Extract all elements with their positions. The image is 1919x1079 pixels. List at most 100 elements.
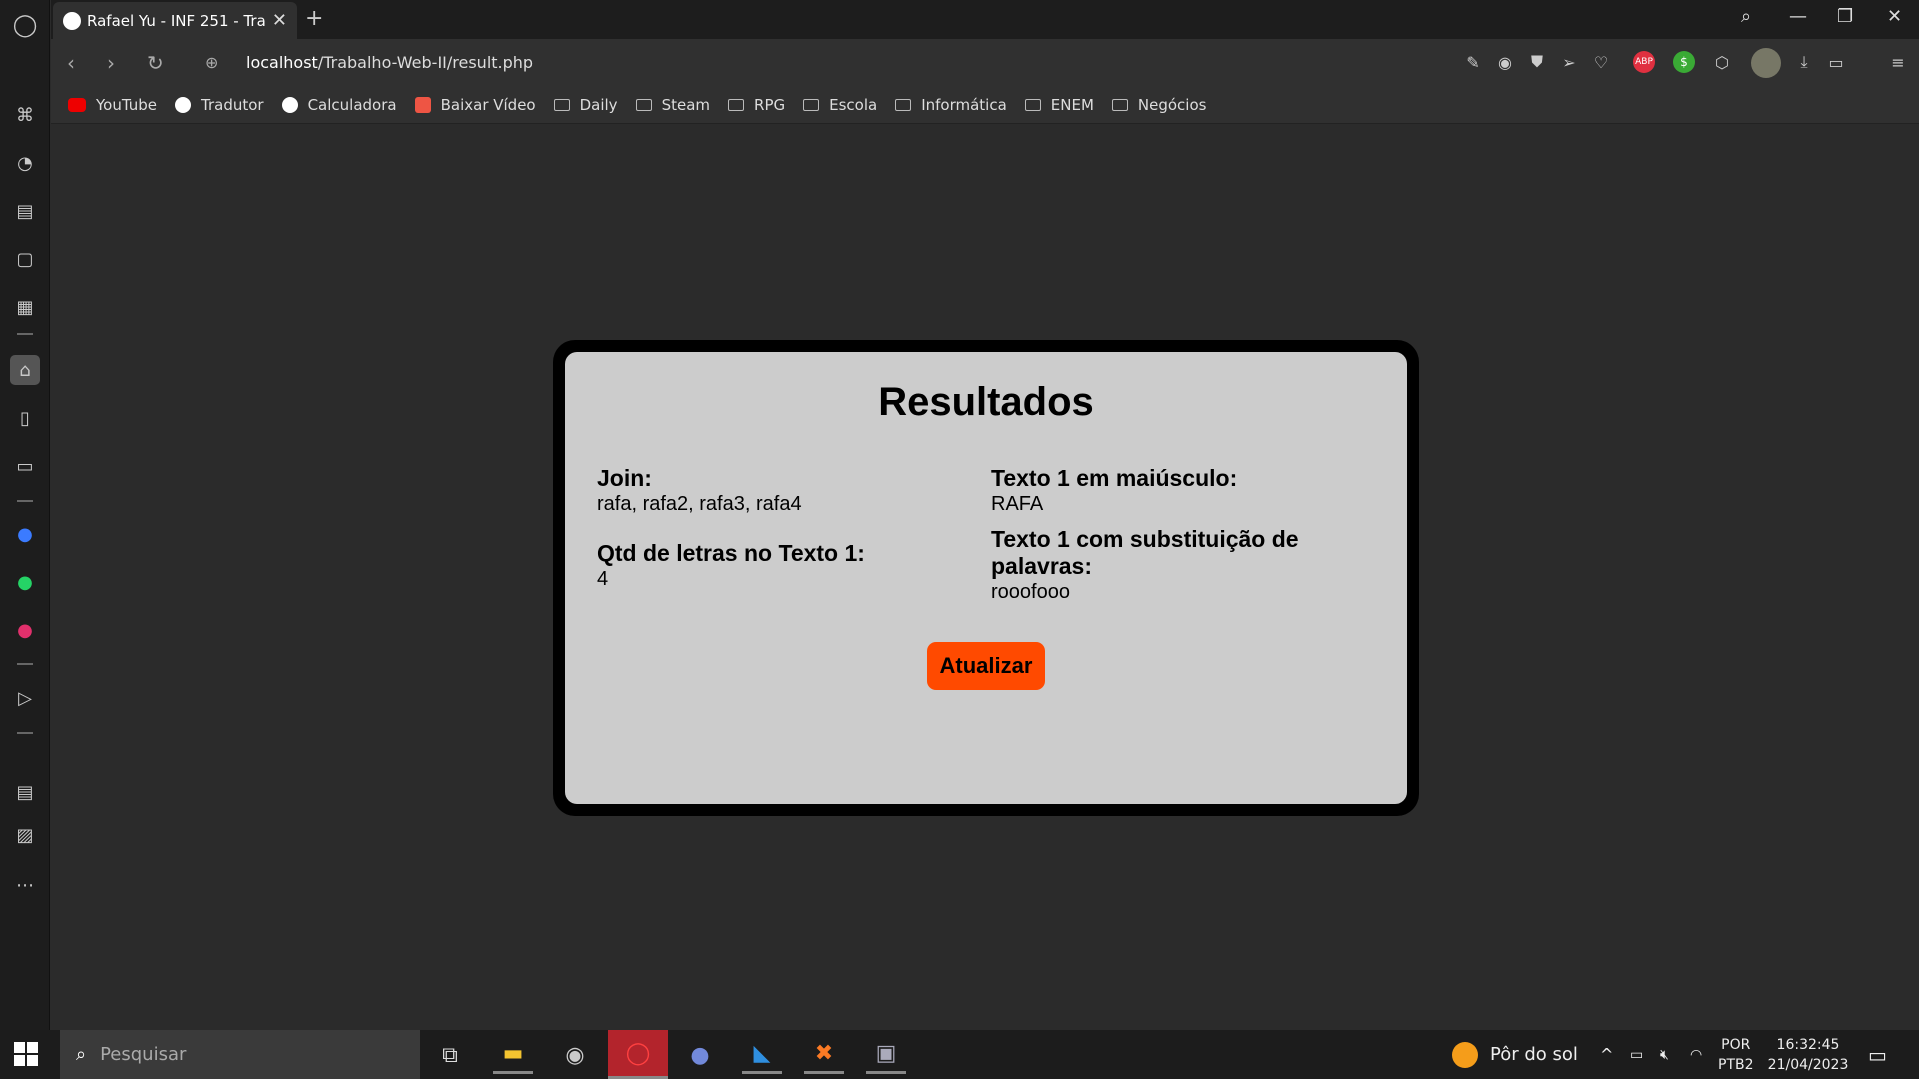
restore-icon[interactable]: ❐ — [1837, 6, 1853, 27]
briefcase-icon[interactable]: ▭ — [10, 451, 40, 481]
shield-icon[interactable]: ⛊ — [1526, 51, 1548, 73]
globe-icon — [63, 11, 81, 30]
gamepad-icon[interactable]: ⌘ — [10, 100, 40, 130]
bookmark-label: Baixar Vídeo — [440, 96, 536, 114]
bookmark-daily[interactable]: Daily — [553, 96, 618, 114]
count-result: Qtd de letras no Texto 1: 4 — [597, 540, 937, 591]
bookmark-tradutor[interactable]: Tradutor — [175, 96, 264, 114]
avatar[interactable] — [1751, 48, 1781, 78]
weather-widget[interactable]: Pôr do sol — [1452, 1030, 1578, 1079]
bookmark-label: YouTube — [96, 96, 157, 114]
keyboard-layout: PTB2 — [1718, 1056, 1754, 1073]
search-icon: ⌕ — [76, 1044, 87, 1065]
battery-tray-icon[interactable]: ▭ — [1630, 1030, 1643, 1079]
sidebar-separator — [17, 663, 33, 665]
url-path: /Trabalho-Web-II/result.php — [317, 53, 534, 72]
dollar-icon[interactable]: $ — [1673, 51, 1695, 73]
back-icon[interactable]: ‹ — [67, 51, 75, 75]
download-icon — [414, 97, 431, 113]
tabs-icon[interactable]: ▤ — [10, 777, 40, 807]
app-window-icon[interactable]: ▣ — [866, 1036, 906, 1074]
bookmark-calculadora[interactable]: Calculadora — [281, 96, 397, 114]
store-icon[interactable]: ▤ — [10, 196, 40, 226]
bookmark-informatica[interactable]: Informática — [895, 96, 1007, 114]
send-icon[interactable]: ➢ — [1558, 51, 1580, 73]
steam-icon[interactable]: ◉ — [555, 1036, 595, 1074]
folder-icon — [635, 99, 652, 111]
instagram-icon[interactable]: ● — [10, 615, 40, 645]
clock-time: 16:32:45 — [1776, 1036, 1840, 1053]
tab-bar: Rafael Yu - INF 251 - Trabal ✕ + ⌕ — ❐ ✕ — [51, 0, 1919, 39]
forward-icon[interactable]: › — [107, 51, 115, 75]
weather-text: Pôr do sol — [1490, 1044, 1578, 1065]
language-indicator[interactable]: POR PTB2 — [1718, 1030, 1754, 1079]
xampp-icon[interactable]: ✖ — [804, 1036, 844, 1074]
camera-icon[interactable]: ◉ — [1494, 51, 1516, 73]
tab-title: Rafael Yu - INF 251 - Trabal — [87, 11, 266, 30]
atualizar-button[interactable]: Atualizar — [927, 642, 1045, 690]
upper-result: Texto 1 em maiúsculo: RAFA — [991, 465, 1331, 516]
reload-icon[interactable]: ↻ — [147, 51, 164, 75]
opera-taskbar-icon[interactable]: ◯ — [608, 1030, 668, 1079]
folder-icon — [728, 99, 745, 111]
vscode-icon[interactable]: ◣ — [742, 1036, 782, 1074]
google-icon — [175, 97, 191, 113]
tab-active[interactable]: Rafael Yu - INF 251 - Trabal ✕ — [53, 2, 297, 39]
bookmark-negocios[interactable]: Negócios — [1111, 96, 1206, 114]
file-explorer-icon[interactable]: ▬ — [493, 1036, 533, 1074]
minimize-icon[interactable]: — — [1789, 6, 1807, 27]
download-icon[interactable]: ⤓ — [1793, 51, 1815, 73]
whatsapp-icon[interactable]: ● — [10, 567, 40, 597]
chevron-up-icon[interactable]: ^ — [1600, 1030, 1613, 1079]
close-tab-icon[interactable]: ✕ — [272, 10, 287, 31]
home-icon[interactable]: ⌂ — [10, 355, 40, 385]
mute-icon[interactable]: 🔇︎ — [1660, 1030, 1669, 1079]
clock-date: 21/04/2023 — [1767, 1056, 1849, 1073]
bookmark-steam[interactable]: Steam — [635, 96, 710, 114]
reading-list-icon[interactable]: ▯ — [10, 403, 40, 433]
new-tab-icon[interactable]: + — [305, 6, 323, 31]
url-field[interactable]: localhost/Trabalho-Web-II/result.php — [246, 53, 533, 72]
bookmark-rpg[interactable]: RPG — [728, 96, 785, 114]
notifications-icon[interactable]: ▭ — [1868, 1030, 1887, 1079]
task-view-icon[interactable]: ⧉ — [430, 1036, 470, 1074]
replace-label: Texto 1 com substituição de palavras: — [991, 526, 1299, 579]
adblock-icon[interactable]: ABP — [1633, 51, 1655, 73]
player-icon[interactable]: ▷ — [10, 683, 40, 713]
join-label: Join: — [597, 465, 652, 491]
opera-logo-icon[interactable]: ◯ — [10, 10, 40, 40]
upper-label: Texto 1 em maiúsculo: — [991, 465, 1238, 491]
sidebar-separator — [17, 333, 33, 335]
cpu-icon[interactable]: ▦ — [10, 292, 40, 322]
bookmark-youtube[interactable]: YouTube — [68, 96, 157, 114]
close-window-icon[interactable]: ✕ — [1887, 6, 1902, 27]
network-icon[interactable]: ◠ — [1690, 1030, 1702, 1079]
speedometer-icon[interactable]: ◔ — [10, 148, 40, 178]
messenger-icon[interactable]: ● — [10, 519, 40, 549]
bookmark-baixar-video[interactable]: Baixar Vídeo — [414, 96, 536, 114]
windows-start-icon[interactable] — [14, 1042, 38, 1066]
replace-value: rooofooo — [991, 581, 1070, 603]
search-tabs-icon[interactable]: ⌕ — [1741, 6, 1751, 27]
battery-icon[interactable]: ▭ — [1825, 51, 1847, 73]
taskbar-search[interactable]: ⌕ Pesquisar — [60, 1030, 420, 1079]
bookmark-label: ENEM — [1050, 96, 1094, 114]
folder-icon — [1024, 99, 1041, 111]
count-label: Qtd de letras no Texto 1: — [597, 540, 865, 566]
bookmark-escola[interactable]: Escola — [803, 96, 877, 114]
clock[interactable]: 16:32:45 21/04/2023 — [1767, 1030, 1849, 1079]
site-info-icon[interactable]: ⊕ — [205, 53, 218, 72]
folder-icon — [1111, 99, 1128, 111]
edit-icon[interactable]: ✎ — [1462, 51, 1484, 73]
more-icon[interactable]: ⋯ — [10, 870, 40, 900]
bookmark-enem[interactable]: ENEM — [1024, 96, 1094, 114]
folder-icon — [553, 99, 570, 111]
search-placeholder: Pesquisar — [100, 1044, 187, 1065]
heart-icon[interactable]: ♡ — [1590, 51, 1612, 73]
bookmarks-bar: YouTube Tradutor Calculadora Baixar Víde… — [51, 87, 1919, 124]
gallery-icon[interactable]: ▨ — [10, 820, 40, 850]
easy-setup-icon[interactable]: ≡ — [1887, 51, 1909, 73]
twitch-icon[interactable]: ▢ — [10, 244, 40, 274]
discord-icon[interactable]: ● — [680, 1036, 720, 1074]
cube-icon[interactable]: ⬡ — [1711, 51, 1733, 73]
